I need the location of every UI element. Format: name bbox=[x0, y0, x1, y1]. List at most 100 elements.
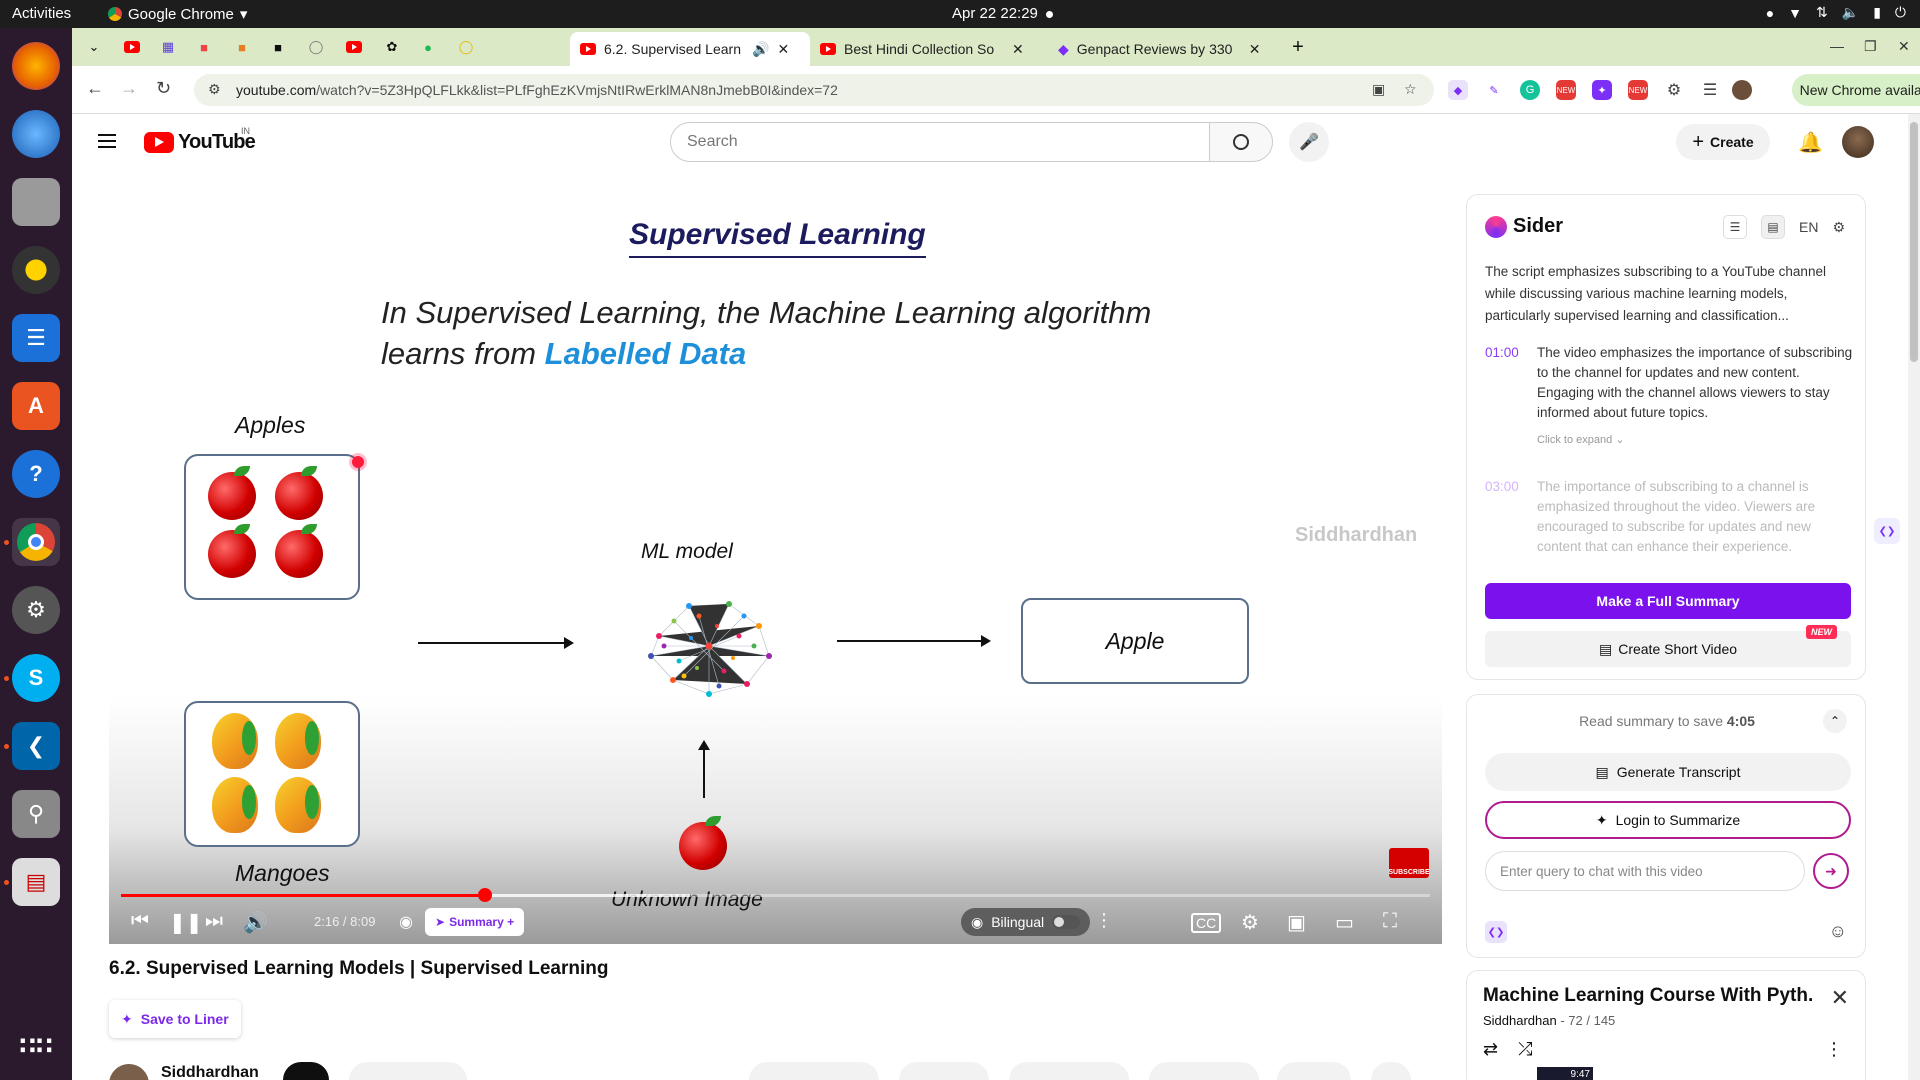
channel-avatar[interactable] bbox=[109, 1064, 149, 1080]
help-icon[interactable]: ? bbox=[12, 450, 60, 498]
vscode-icon[interactable]: ❮ bbox=[12, 722, 60, 770]
search-input[interactable]: Search bbox=[670, 122, 1210, 162]
window-close-icon[interactable]: ✕ bbox=[1898, 38, 1910, 55]
media-controls-icon[interactable]: ☰ bbox=[1700, 80, 1720, 100]
reload-icon[interactable]: ↻ bbox=[156, 78, 171, 99]
bilingual-toggle[interactable]: ◉ Bilingual bbox=[961, 908, 1091, 936]
clock[interactable]: Apr 22 22:29 bbox=[952, 5, 1053, 22]
bookmark-star-icon[interactable]: ☆ bbox=[1404, 81, 1417, 98]
more-vertical-icon[interactable]: ⋮ bbox=[1825, 1039, 1843, 1060]
next-icon[interactable]: ⏭ bbox=[205, 910, 223, 933]
minimize-icon[interactable]: — bbox=[1830, 38, 1844, 54]
progress-bar[interactable] bbox=[121, 888, 1430, 902]
share-button[interactable] bbox=[899, 1062, 989, 1080]
join-button[interactable] bbox=[283, 1062, 329, 1080]
thunderbird-icon[interactable] bbox=[12, 110, 60, 158]
download-button[interactable] bbox=[1009, 1062, 1129, 1080]
pinned-tab-aws[interactable]: ■ bbox=[266, 36, 290, 58]
pinned-tab-youtube[interactable] bbox=[120, 36, 144, 58]
click-to-expand[interactable]: Click to expand ⌄ bbox=[1537, 433, 1624, 446]
close-icon[interactable]: ✕ bbox=[1831, 985, 1849, 1011]
search-app-icon[interactable]: ⚲ bbox=[12, 790, 60, 838]
sider-extension-icon[interactable]: ◆ bbox=[1448, 80, 1468, 100]
shuffle-icon[interactable]: ⤮ bbox=[1518, 1039, 1532, 1060]
forward-icon[interactable]: → bbox=[120, 78, 138, 99]
new-chrome-available-button[interactable]: New Chrome available ⋮ bbox=[1792, 74, 1920, 106]
liner-extension-icon[interactable]: ✦ bbox=[1592, 80, 1612, 100]
address-bar[interactable]: ⚙ youtube.com/watch?v=5Z3HpQLFLkk&list=P… bbox=[194, 74, 1434, 106]
rhythmbox-icon[interactable] bbox=[12, 246, 60, 294]
chat-query-input[interactable]: Enter query to chat with this video bbox=[1485, 851, 1805, 891]
extension-new-2-icon[interactable]: NEW bbox=[1628, 80, 1648, 100]
pinned-tab-spotify[interactable]: ● bbox=[416, 36, 440, 58]
loop-icon[interactable]: ⇄ bbox=[1483, 1039, 1498, 1060]
channel-name[interactable]: Siddhardhan bbox=[161, 1064, 259, 1080]
system-tray[interactable]: ● ▼ ⇅ 🔈 ▮ ⏻ bbox=[1766, 4, 1906, 21]
tab-hindi-collection[interactable]: Best Hindi Collection So ✕ bbox=[810, 32, 1046, 66]
pinned-tab-openai[interactable]: ✿ bbox=[380, 36, 404, 58]
timestamp-link[interactable]: 03:00 bbox=[1485, 477, 1519, 497]
tab-active[interactable]: 6.2. Supervised Learn 🔊 ✕ bbox=[570, 32, 810, 66]
tab-close-icon[interactable]: ✕ bbox=[1249, 41, 1261, 58]
list-view-icon[interactable]: ☰ bbox=[1722, 215, 1747, 239]
voice-search-button[interactable]: 🎤 bbox=[1289, 122, 1329, 162]
sider-collapse-tab[interactable]: ❮❯ bbox=[1874, 518, 1900, 544]
theater-mode-icon[interactable]: ▭ bbox=[1335, 910, 1354, 935]
chrome-dock-icon[interactable] bbox=[12, 518, 60, 566]
subscribe-button[interactable] bbox=[349, 1062, 467, 1080]
notifications-bell-icon[interactable]: 🔔 bbox=[1798, 130, 1823, 155]
youtube-logo[interactable]: YouTube bbox=[144, 131, 256, 154]
account-avatar[interactable] bbox=[1842, 126, 1874, 158]
subscribe-watermark[interactable]: SUBSCRIBE bbox=[1388, 848, 1430, 878]
pinned-tab-microsoft[interactable]: ■ bbox=[192, 36, 216, 58]
pinned-tab-globe[interactable]: ◯ bbox=[304, 36, 328, 58]
clip-button[interactable] bbox=[1277, 1062, 1351, 1080]
show-apps-icon[interactable]: ∷∷ bbox=[12, 1022, 60, 1070]
subtitle-view-icon[interactable]: ▤ bbox=[1760, 215, 1785, 239]
pause-icon[interactable]: ❚❚ bbox=[169, 910, 203, 935]
chevron-up-icon[interactable]: ⌃ bbox=[1823, 709, 1847, 733]
send-arrow-icon[interactable]: ➜ bbox=[1813, 853, 1849, 889]
save-to-liner-button[interactable]: ✦ Save to Liner bbox=[109, 1000, 241, 1038]
extensions-puzzle-icon[interactable]: ⚙ bbox=[1664, 80, 1684, 100]
pinned-tab-other[interactable]: ◯ bbox=[454, 36, 478, 58]
tab-search-icon[interactable]: ⌄ bbox=[82, 36, 106, 58]
skype-icon[interactable]: S bbox=[12, 654, 60, 702]
tab-close-icon[interactable]: ✕ bbox=[777, 41, 789, 58]
settings-gear-icon[interactable]: ⚙ bbox=[1241, 910, 1259, 935]
sider-mini-logo-icon[interactable]: ❮❯ bbox=[1485, 921, 1507, 943]
miniplayer-icon[interactable]: ▣ bbox=[1287, 910, 1306, 935]
install-app-icon[interactable]: ▣ bbox=[1372, 81, 1385, 98]
pen-extension-icon[interactable]: ✎ bbox=[1484, 80, 1504, 100]
fullscreen-icon[interactable]: ⛶ bbox=[1383, 910, 1397, 933]
new-tab-icon[interactable]: + bbox=[1286, 36, 1310, 58]
tab-genpact-reviews[interactable]: ◆ Genpact Reviews by 330 ✕ bbox=[1048, 32, 1284, 66]
make-full-summary-button[interactable]: Make a Full Summary bbox=[1485, 583, 1851, 619]
restore-icon[interactable]: ❐ bbox=[1864, 38, 1877, 55]
previous-icon[interactable]: ⏮ bbox=[131, 910, 149, 933]
writer-icon[interactable]: ☰ bbox=[12, 314, 60, 362]
login-to-summarize-button[interactable]: ✦ Login to Summarize bbox=[1485, 801, 1851, 839]
timestamp-item[interactable]: 01:00 The video emphasizes the importanc… bbox=[1485, 343, 1855, 423]
document-viewer-icon[interactable]: ▤ bbox=[12, 858, 60, 906]
playlist-thumbnail[interactable]: 9:47 bbox=[1537, 1067, 1593, 1080]
timestamp-link[interactable]: 01:00 bbox=[1485, 343, 1519, 363]
app-menu[interactable]: Google Chrome ▾ bbox=[108, 5, 247, 23]
generate-transcript-button[interactable]: ▤ Generate Transcript bbox=[1485, 753, 1851, 791]
volume-icon[interactable]: 🔊 bbox=[243, 910, 268, 935]
save-button[interactable] bbox=[1371, 1062, 1411, 1080]
video-player[interactable]: Supervised Learning In Supervised Learni… bbox=[109, 170, 1442, 944]
pinned-tab-box[interactable]: ■ bbox=[230, 36, 254, 58]
toggle-switch[interactable] bbox=[1052, 915, 1081, 929]
playlist-title[interactable]: Machine Learning Course With Pyth... bbox=[1483, 985, 1813, 1007]
tab-close-icon[interactable]: ✕ bbox=[1012, 41, 1024, 58]
thanks-button[interactable] bbox=[1149, 1062, 1259, 1080]
create-button[interactable]: + Create bbox=[1676, 124, 1770, 160]
files-icon[interactable] bbox=[12, 178, 60, 226]
profile-avatar-icon[interactable] bbox=[1732, 80, 1752, 100]
firefox-icon[interactable] bbox=[12, 42, 60, 90]
scrollbar-thumb[interactable] bbox=[1910, 122, 1918, 362]
pinned-tab-docs[interactable]: ▦ bbox=[156, 36, 180, 58]
menu-icon[interactable] bbox=[98, 134, 116, 148]
user-icon[interactable]: ☺ bbox=[1829, 921, 1847, 942]
